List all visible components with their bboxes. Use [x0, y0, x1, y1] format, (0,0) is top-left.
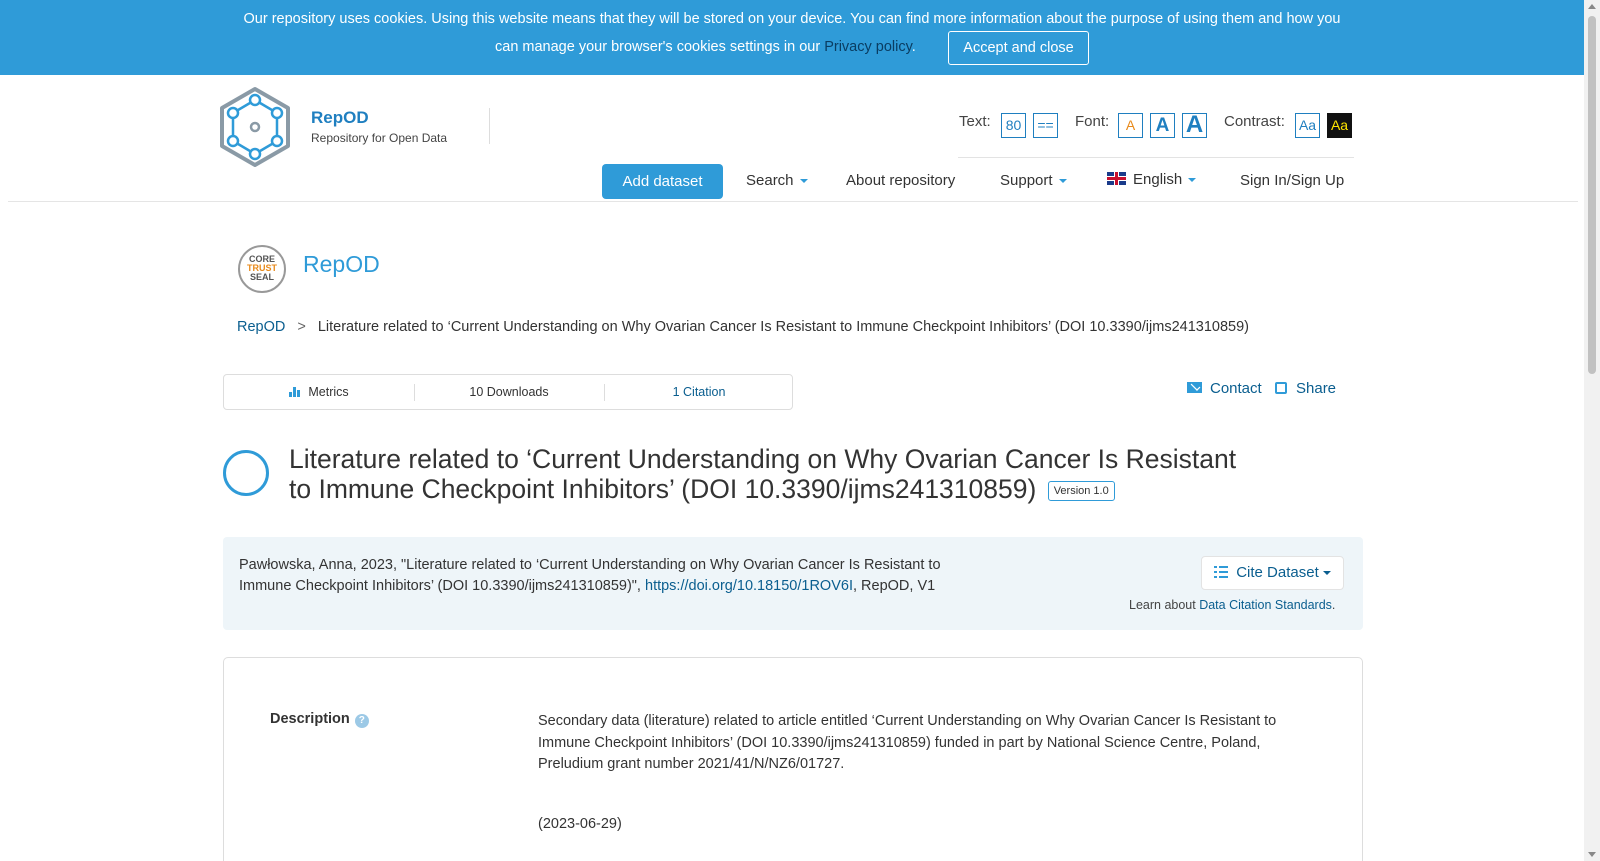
- contact-label: Contact: [1210, 380, 1262, 397]
- privacy-policy-link[interactable]: Privacy policy: [824, 39, 912, 55]
- dataverse-title[interactable]: RepOD: [303, 251, 380, 278]
- data-citation-standards-link[interactable]: Data Citation Standards: [1199, 598, 1332, 612]
- breadcrumb-root-link[interactable]: RepOD: [237, 319, 285, 335]
- text-spacing-button[interactable]: ==: [1033, 113, 1058, 138]
- font-large-button[interactable]: A: [1182, 113, 1207, 138]
- cite-dataset-button[interactable]: Cite Dataset: [1201, 556, 1344, 590]
- nav-language-label: English: [1133, 171, 1183, 188]
- metadata-panel: Description? Secondary data (literature)…: [223, 657, 1363, 861]
- chevron-down-icon: [1322, 571, 1331, 576]
- description-text: Secondary data (literature) related to a…: [538, 713, 1277, 772]
- font-small-button[interactable]: A: [1118, 113, 1143, 138]
- text-size-button[interactable]: 80: [1001, 113, 1026, 138]
- brand-name[interactable]: RepOD: [311, 108, 369, 128]
- share-icon: [1275, 382, 1287, 394]
- nav-sign-in[interactable]: Sign In/Sign Up: [1240, 172, 1344, 189]
- scroll-up-icon[interactable]: [1588, 4, 1596, 9]
- learn-citation: Learn about Data Citation Standards.: [1129, 598, 1335, 612]
- learn-prefix: Learn about: [1129, 598, 1200, 612]
- description-date: (2023-06-29): [538, 816, 622, 832]
- citations-link[interactable]: 1 Citation: [604, 375, 794, 409]
- cite-dataset-label: Cite Dataset: [1236, 564, 1319, 581]
- dataset-title: Literature related to ‘Current Understan…: [289, 444, 1259, 504]
- contrast-label: Contrast:: [1224, 113, 1285, 130]
- cookie-text-line1: Our repository uses cookies. Using this …: [243, 11, 1341, 27]
- header-bottom-border: [8, 201, 1578, 202]
- cookie-text: can manage your browser's cookies settin…: [495, 39, 821, 55]
- breadcrumb: RepOD > Literature related to ‘Current Und…: [237, 319, 1249, 335]
- downloads-count: 10 Downloads: [469, 385, 549, 399]
- nav-about[interactable]: About repository: [846, 172, 955, 189]
- breadcrumb-separator: >: [297, 319, 306, 335]
- font-label: Font:: [1075, 113, 1110, 130]
- contact-button[interactable]: Contact: [1187, 380, 1262, 397]
- version-badge: Version 1.0: [1047, 481, 1115, 501]
- cookie-banner: Our repository uses cookies. Using this …: [0, 0, 1584, 75]
- metrics-cell: Metrics: [224, 375, 414, 409]
- share-button[interactable]: Share: [1275, 380, 1336, 397]
- uk-flag-icon: [1107, 172, 1126, 185]
- scroll-down-icon[interactable]: [1588, 852, 1596, 857]
- header-divider: [958, 157, 1354, 158]
- envelope-icon: [1187, 382, 1202, 393]
- citation-suffix: , RepOD, V1: [852, 578, 936, 594]
- bar-chart-icon: [289, 387, 301, 397]
- core-trust-seal-logo[interactable]: CORE TRUST SEAL: [238, 245, 286, 293]
- font-medium-button[interactable]: A: [1150, 113, 1175, 138]
- doi-link[interactable]: https://doi.org/10.18150/1ROV6I: [645, 578, 853, 594]
- nav-language[interactable]: English: [1107, 171, 1197, 188]
- accept-cookies-button[interactable]: Accept and close: [948, 31, 1089, 65]
- repod-logo-icon[interactable]: [218, 86, 292, 168]
- dataset-icon: [223, 450, 269, 496]
- nav-support[interactable]: Support: [1000, 172, 1067, 189]
- cookie-text-line2: can manage your browser's cookies settin…: [495, 39, 916, 55]
- metrics-label: Metrics: [308, 385, 349, 399]
- breadcrumb-current: Literature related to ‘Current Understan…: [317, 319, 1249, 335]
- citation-box: Pawłowska, Anna, 2023, "Literature relat…: [223, 537, 1363, 630]
- text-size-label: Text:: [959, 113, 991, 130]
- list-icon: [1214, 566, 1229, 578]
- brand-divider: [489, 108, 490, 144]
- description-label-text: Description: [270, 711, 350, 727]
- share-label: Share: [1296, 380, 1337, 397]
- cookie-period: .: [911, 39, 916, 55]
- brand-subtitle: Repository for Open Data: [311, 131, 448, 145]
- seal-text-seal: SEAL: [249, 272, 274, 282]
- nav-search[interactable]: Search: [746, 172, 808, 189]
- learn-suffix: .: [1331, 598, 1336, 612]
- scrollbar[interactable]: [1584, 0, 1600, 861]
- chevron-down-icon: [1058, 179, 1067, 184]
- contrast-normal-button[interactable]: Aa: [1295, 113, 1320, 138]
- help-icon[interactable]: ?: [354, 714, 369, 728]
- description-label: Description?: [270, 711, 369, 728]
- chevron-down-icon: [799, 179, 808, 184]
- scrollbar-thumb[interactable]: [1588, 16, 1596, 374]
- nav-search-label: Search: [746, 172, 794, 189]
- citation-text: Pawłowska, Anna, 2023, "Literature relat…: [239, 555, 959, 597]
- chevron-down-icon: [1188, 178, 1197, 183]
- add-dataset-button[interactable]: Add dataset: [602, 164, 723, 199]
- nav-support-label: Support: [1000, 172, 1053, 189]
- metrics-bar: Metrics 10 Downloads 1 Citation: [223, 374, 793, 410]
- contrast-high-button[interactable]: Aa: [1327, 113, 1352, 138]
